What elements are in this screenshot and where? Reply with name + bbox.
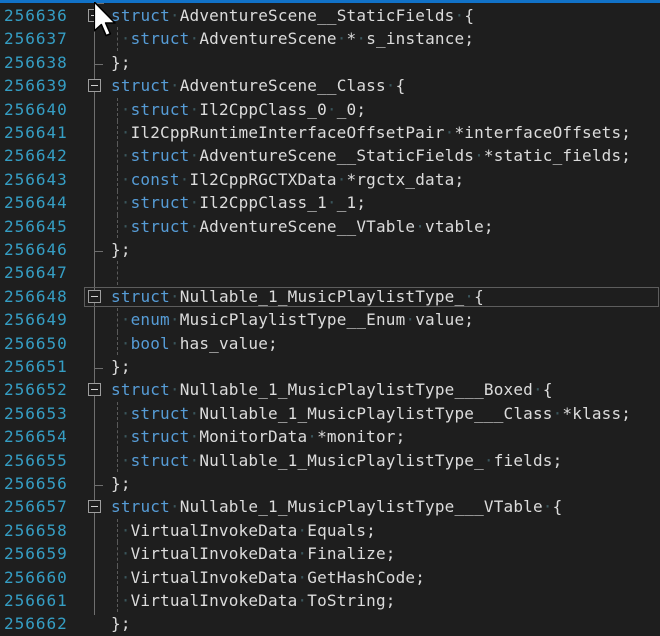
code-line: 256661 ·VirtualInvokeData·ToString; bbox=[0, 589, 660, 612]
line-number[interactable]: 256657 bbox=[4, 495, 68, 518]
line-number[interactable]: 256659 bbox=[4, 542, 68, 565]
code-line-text[interactable]: struct·AdventureScene__StaticFields·{ bbox=[111, 4, 474, 27]
code-line-text[interactable]: }; bbox=[111, 51, 131, 74]
code-line: 256652 struct·Nullable_1_MusicPlaylistTyp… bbox=[0, 378, 660, 401]
code-line: 256654 ·struct·MonitorData·*monitor; bbox=[0, 425, 660, 448]
line-number[interactable]: 256636 bbox=[4, 4, 68, 27]
line-number[interactable]: 256658 bbox=[4, 519, 68, 542]
line-number[interactable]: 256662 bbox=[4, 612, 68, 635]
line-number[interactable]: 256643 bbox=[4, 168, 68, 191]
code-line-text[interactable]: }; bbox=[111, 355, 131, 378]
line-number[interactable]: 256648 bbox=[4, 285, 68, 308]
code-line-text[interactable]: }; bbox=[111, 612, 131, 635]
code-line-text[interactable]: ·struct·AdventureScene__StaticFields·*st… bbox=[111, 144, 631, 167]
line-number[interactable]: 256656 bbox=[4, 472, 68, 495]
line-number[interactable]: 256644 bbox=[4, 191, 68, 214]
fold-end-tick bbox=[94, 485, 103, 486]
code-line: 256643 ·const·Il2CppRGCTXData·*rgctx_data… bbox=[0, 168, 660, 191]
line-number[interactable]: 256649 bbox=[4, 308, 68, 331]
line-number[interactable]: 256653 bbox=[4, 402, 68, 425]
fold-end-tick bbox=[94, 64, 103, 65]
fold-collapse-icon[interactable] bbox=[88, 500, 101, 513]
line-number[interactable]: 256640 bbox=[4, 98, 68, 121]
fold-collapse-icon[interactable] bbox=[88, 383, 101, 396]
code-line-text[interactable]: ·VirtualInvokeData·GetHashCode; bbox=[111, 566, 425, 589]
code-line-text[interactable]: ·struct·AdventureScene·*·s_instance; bbox=[111, 27, 474, 50]
code-line-text[interactable]: ·struct·Il2CppClass_0·_0; bbox=[111, 98, 366, 121]
line-number[interactable]: 256639 bbox=[4, 74, 68, 97]
fold-end-tick bbox=[94, 368, 103, 369]
code-line: 256646}; bbox=[0, 238, 660, 261]
code-line-text[interactable]: ·Il2CppRuntimeInterfaceOffsetPair·*inter… bbox=[111, 121, 631, 144]
line-number[interactable]: 256637 bbox=[4, 27, 68, 50]
code-line-text[interactable]: struct·Nullable_1_MusicPlaylistType___VT… bbox=[111, 495, 562, 518]
line-number[interactable]: 256638 bbox=[4, 51, 68, 74]
code-line-text[interactable]: struct·Nullable_1_MusicPlaylistType_·{ bbox=[111, 285, 484, 308]
code-line: 256636 struct·AdventureScene__StaticField… bbox=[0, 4, 660, 27]
code-line: 256662}; bbox=[0, 612, 660, 635]
code-line-text[interactable]: ·struct·Nullable_1_MusicPlaylistType___C… bbox=[111, 402, 631, 425]
line-number[interactable]: 256645 bbox=[4, 215, 68, 238]
code-line: 256655 ·struct·Nullable_1_MusicPlaylistTy… bbox=[0, 449, 660, 472]
code-line: 256653 ·struct·Nullable_1_MusicPlaylistTy… bbox=[0, 402, 660, 425]
code-line: 256660 ·VirtualInvokeData·GetHashCode; bbox=[0, 566, 660, 589]
code-line: 256656}; bbox=[0, 472, 660, 495]
fold-collapse-icon[interactable] bbox=[88, 79, 101, 92]
line-number[interactable]: 256646 bbox=[4, 238, 68, 261]
line-number[interactable]: 256642 bbox=[4, 144, 68, 167]
line-number[interactable]: 256651 bbox=[4, 355, 68, 378]
code-line-text[interactable]: ·VirtualInvokeData·Finalize; bbox=[111, 542, 396, 565]
fold-collapse-icon[interactable] bbox=[88, 290, 101, 303]
code-editor: 256636 struct·AdventureScene__StaticField… bbox=[0, 0, 660, 615]
line-number[interactable]: 256654 bbox=[4, 425, 68, 448]
line-number[interactable]: 256650 bbox=[4, 332, 68, 355]
indent-guide bbox=[117, 261, 118, 284]
code-line-text[interactable]: ·struct·Il2CppClass_1·_1; bbox=[111, 191, 366, 214]
line-number[interactable]: 256661 bbox=[4, 589, 68, 612]
line-number[interactable]: 256647 bbox=[4, 261, 68, 284]
code-line: 256650 ·bool·has_value; bbox=[0, 332, 660, 355]
fold-end-tick bbox=[94, 251, 103, 252]
code-line: 256642 ·struct·AdventureScene__StaticFiel… bbox=[0, 144, 660, 167]
line-number[interactable]: 256660 bbox=[4, 566, 68, 589]
code-line: 256644 ·struct·Il2CppClass_1·_1; bbox=[0, 191, 660, 214]
code-line: 256639 struct·AdventureScene__Class·{ bbox=[0, 74, 660, 97]
code-line: 256638}; bbox=[0, 51, 660, 74]
code-line-text[interactable]: ·struct·Nullable_1_MusicPlaylistType_·fi… bbox=[111, 449, 562, 472]
code-line: 256647 bbox=[0, 261, 660, 284]
code-line-text[interactable]: ·VirtualInvokeData·Equals; bbox=[111, 519, 376, 542]
code-line-text[interactable]: struct·Nullable_1_MusicPlaylistType___Bo… bbox=[111, 378, 553, 401]
code-line-text[interactable]: ·struct·AdventureScene__VTable·vtable; bbox=[111, 215, 494, 238]
line-number[interactable]: 256641 bbox=[4, 121, 68, 144]
code-line: 256645 ·struct·AdventureScene__VTable·vta… bbox=[0, 215, 660, 238]
code-line-text[interactable]: ·bool·has_value; bbox=[111, 332, 278, 355]
code-line-text[interactable]: }; bbox=[111, 472, 131, 495]
code-line-text[interactable]: ·struct·MonitorData·*monitor; bbox=[111, 425, 405, 448]
line-number[interactable]: 256652 bbox=[4, 378, 68, 401]
code-line: 256648 struct·Nullable_1_MusicPlaylistTyp… bbox=[0, 285, 660, 308]
code-line-text[interactable]: }; bbox=[111, 238, 131, 261]
code-line-text[interactable]: struct·AdventureScene__Class·{ bbox=[111, 74, 405, 97]
code-line: 256657 struct·Nullable_1_MusicPlaylistTyp… bbox=[0, 495, 660, 518]
code-line-text[interactable]: ·enum·MusicPlaylistType__Enum·value; bbox=[111, 308, 474, 331]
code-line: 256659 ·VirtualInvokeData·Finalize; bbox=[0, 542, 660, 565]
code-line: 256641 ·Il2CppRuntimeInterfaceOffsetPair·… bbox=[0, 121, 660, 144]
fold-collapse-icon[interactable] bbox=[88, 9, 101, 22]
code-line-text[interactable]: ·VirtualInvokeData·ToString; bbox=[111, 589, 396, 612]
line-number[interactable]: 256655 bbox=[4, 449, 68, 472]
code-line: 256637 ·struct·AdventureScene·*·s_instanc… bbox=[0, 27, 660, 50]
code-line: 256649 ·enum·MusicPlaylistType__Enum·valu… bbox=[0, 308, 660, 331]
code-line: 256640 ·struct·Il2CppClass_0·_0; bbox=[0, 98, 660, 121]
code-line-text[interactable]: ·const·Il2CppRGCTXData·*rgctx_data; bbox=[111, 168, 464, 191]
code-line: 256658 ·VirtualInvokeData·Equals; bbox=[0, 519, 660, 542]
code-line: 256651}; bbox=[0, 355, 660, 378]
